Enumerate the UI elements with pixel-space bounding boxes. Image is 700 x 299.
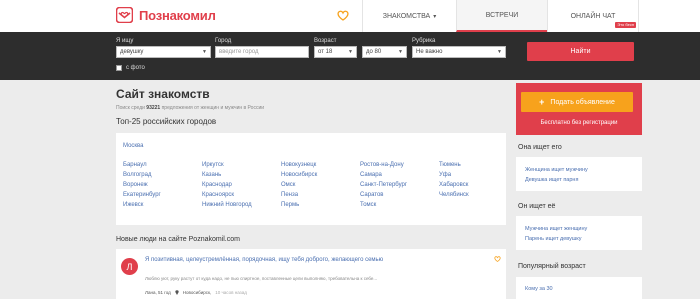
city-link[interactable]: Пермь — [281, 202, 299, 208]
profile-card[interactable]: Л Я позитивная, целеустремлённая, порядо… — [116, 249, 506, 299]
city-label: Город — [215, 38, 232, 44]
city-link[interactable]: Санкт-Петербург — [360, 182, 407, 188]
dropdown-arrow-icon: ▼ — [497, 49, 502, 55]
he-seeks-link[interactable]: Мужчина ищет женщину — [525, 226, 587, 232]
city-input[interactable]: введите город — [215, 46, 309, 58]
seeking-value: девушку — [120, 49, 144, 55]
add-ad-button[interactable]: + Подать объявление — [521, 92, 633, 112]
city-link[interactable]: Иркутск — [202, 162, 224, 168]
city-link[interactable]: Хабаровск — [439, 182, 468, 188]
find-button[interactable]: Найти — [527, 42, 634, 61]
nav-meetings-label: ВСТРЕЧИ — [485, 11, 519, 19]
subtitle-prefix: Поиск среди — [116, 105, 145, 111]
page-title: Сайт знакомств — [116, 87, 210, 101]
dropdown-arrow-icon: ▼ — [202, 49, 207, 55]
city-link[interactable]: Барнаул — [123, 162, 147, 168]
profile-meta: Лана, 51 год Новосибирск, 10 часов назад — [145, 290, 247, 295]
chevron-down-icon: ▾ — [433, 13, 437, 20]
city-link[interactable]: Томск — [360, 202, 376, 208]
category-select[interactable]: Не важно ▼ — [412, 46, 506, 58]
city-link[interactable]: Ижевск — [123, 202, 143, 208]
city-link[interactable]: Нижний Новгород — [202, 202, 252, 208]
popular-age-heading: Популярный возраст — [518, 263, 586, 270]
city-link[interactable]: Саратов — [360, 192, 383, 198]
profile-title-link[interactable]: Я позитивная, целеустремлённая, порядочн… — [145, 257, 383, 263]
city-link[interactable]: Воронеж — [123, 182, 148, 188]
she-seeks-link[interactable]: Девушка ищет парня — [525, 177, 578, 183]
city-link[interactable]: Пенза — [281, 192, 298, 198]
add-ad-label: Подать объявление — [550, 98, 615, 106]
age-to-value: до 80 — [366, 49, 382, 55]
city-link-moscow[interactable]: Москва — [123, 143, 143, 149]
nav-meetings[interactable]: ВСТРЕЧИ — [456, 0, 547, 32]
logo-heart-envelope-icon — [116, 7, 133, 23]
city-link[interactable]: Казань — [202, 172, 221, 178]
dropdown-arrow-icon: ▼ — [348, 49, 353, 55]
top-cities-card: Москва Барнаул Волгоград Воронеж Екатери… — [116, 133, 506, 225]
profile-name-age: Лана, 51 год — [145, 290, 171, 295]
new-people-heading: Новые люди на сайте Poznakomil.com — [116, 236, 240, 243]
he-seeks-link[interactable]: Парень ищет девушку — [525, 236, 581, 242]
city-link[interactable]: Краснодар — [202, 182, 232, 188]
with-photo-toggle[interactable]: с фото — [116, 65, 145, 71]
nav-dating-label: ЗНАКОМСТВА — [382, 12, 431, 20]
he-seeks-card: Мужчина ищет женщину Парень ищет девушку — [516, 216, 642, 250]
city-placeholder: введите город — [219, 49, 259, 55]
he-seeks-heading: Он ищет её — [518, 203, 556, 210]
plus-icon: + — [539, 97, 545, 107]
city-link[interactable]: Самара — [360, 172, 382, 178]
favorites-heart-icon[interactable] — [337, 10, 349, 21]
she-seeks-card: Женщина ищет мужчину Девушка ищет парня — [516, 157, 642, 191]
age-label: Возраст — [314, 38, 337, 44]
city-link[interactable]: Новокузнецк — [281, 162, 316, 168]
free-no-registration-text: Бесплатно без регистрации — [540, 120, 618, 126]
seeking-label: Я ищу — [116, 38, 134, 44]
profile-city: Новосибирск, — [182, 290, 212, 295]
with-photo-checkbox[interactable] — [116, 65, 122, 71]
age-to-select[interactable]: до 80 ▼ — [362, 46, 407, 58]
city-link[interactable]: Волгоград — [123, 172, 151, 178]
location-pin-icon — [175, 290, 179, 295]
popular-age-card: Кому за 30 — [516, 277, 642, 299]
city-link[interactable]: Омск — [281, 182, 295, 188]
city-link[interactable]: Красноярск — [202, 192, 234, 198]
city-link[interactable]: Екатеринбург — [123, 192, 161, 198]
profile-time: 10 часов назад — [215, 290, 247, 295]
logo-text: Познакомил — [139, 7, 216, 23]
city-link[interactable]: Ростов-на-Дону — [360, 162, 404, 168]
city-link[interactable]: Челябинск — [439, 192, 469, 198]
age-from-select[interactable]: от 18 ▼ — [314, 46, 357, 58]
city-link[interactable]: Новосибирск — [281, 172, 317, 178]
with-photo-label: с фото — [126, 65, 145, 71]
nav-online-chat[interactable]: ОНЛАЙН ЧАТ Это бесп — [547, 0, 639, 32]
search-bar: Я ищу девушку ▼ Город введите город Возр… — [0, 32, 700, 80]
logo[interactable]: Познакомил — [116, 7, 216, 23]
nav-chat-label: ОНЛАЙН ЧАТ — [570, 12, 616, 20]
page-subtitle: Поиск среди 93221 предложения от женщин … — [116, 105, 264, 111]
free-badge: Это бесп — [615, 22, 636, 28]
nav-dating[interactable]: ЗНАКОМСТВА ▾ — [362, 0, 456, 32]
city-link[interactable]: Уфа — [439, 172, 451, 178]
category-label: Рубрика — [412, 38, 436, 44]
seeking-select[interactable]: девушку ▼ — [116, 46, 211, 58]
profile-count: 93221 — [146, 105, 161, 111]
top-cities-heading: Топ-25 российских городов — [116, 117, 217, 126]
she-seeks-heading: Она ищет его — [518, 144, 562, 151]
she-seeks-link[interactable]: Женщина ищет мужчину — [525, 167, 588, 173]
avatar[interactable]: Л — [121, 258, 138, 275]
city-link[interactable]: Тюмень — [439, 162, 461, 168]
dropdown-arrow-icon: ▼ — [398, 49, 403, 55]
profile-excerpt: Люблю уют, руку растут от куда надо, не … — [145, 276, 378, 281]
main-nav: ЗНАКОМСТВА ▾ ВСТРЕЧИ ОНЛАЙН ЧАТ Это бесп — [362, 0, 639, 32]
subtitle-suffix: предложения от женщин и мужчин в России — [161, 105, 265, 111]
category-value: Не важно — [416, 49, 443, 55]
favorite-heart-icon[interactable] — [494, 256, 501, 262]
promo-box: + Подать объявление Бесплатно без регист… — [516, 83, 642, 135]
popular-age-link[interactable]: Кому за 30 — [525, 286, 553, 292]
site-header: Познакомил ЗНАКОМСТВА ▾ ВСТРЕЧИ ОНЛАЙН Ч… — [0, 0, 700, 32]
age-from-value: от 18 — [318, 49, 333, 55]
